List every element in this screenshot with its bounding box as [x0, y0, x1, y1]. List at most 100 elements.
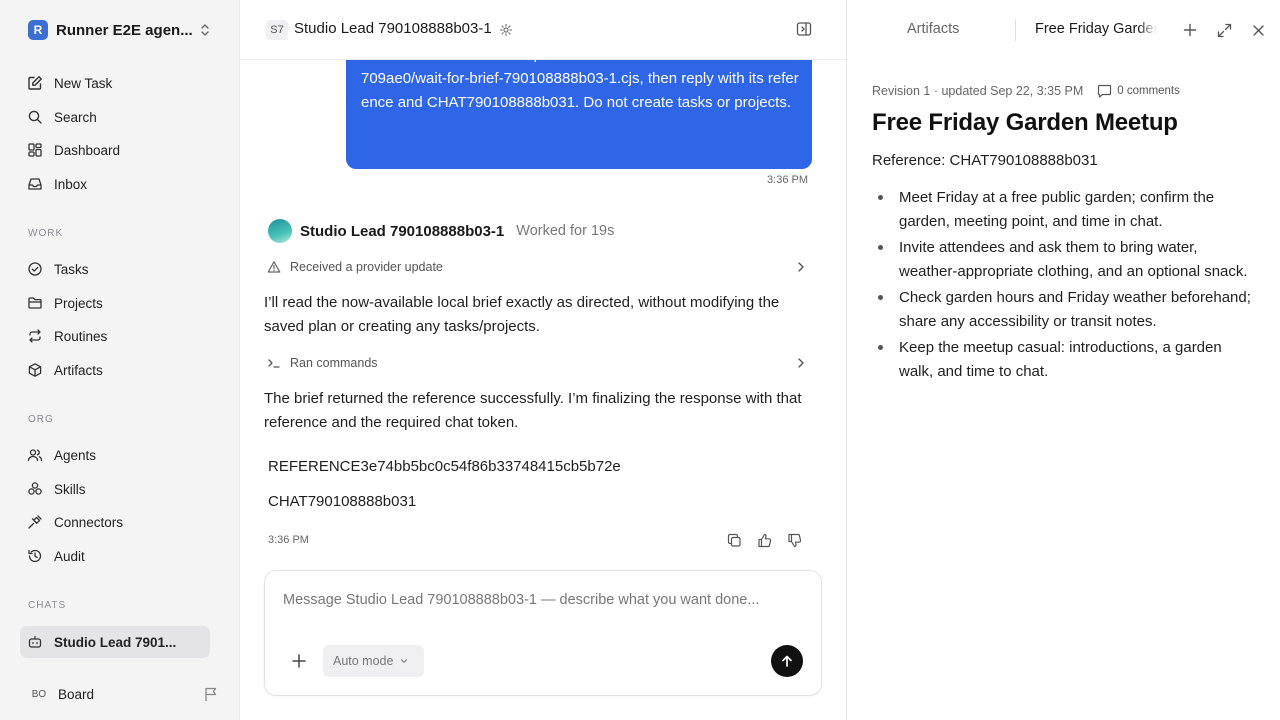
list-item: Meet Friday at a free public garden; con… [872, 186, 1252, 234]
panel-toggle-icon[interactable] [796, 21, 812, 37]
chevron-right-icon [798, 262, 804, 272]
nav-label: Artifacts [54, 362, 103, 378]
agent-text-1: I’ll read the now-available local brief … [264, 294, 780, 335]
nav-search[interactable]: Search [20, 102, 210, 132]
avatar: BO [31, 688, 47, 700]
nav-agents[interactable]: Agents [20, 440, 210, 470]
comment-icon [1098, 84, 1112, 98]
nav-label: Search [54, 109, 97, 125]
tab-artifacts[interactable]: Artifacts [907, 21, 959, 37]
comments-count: 0 comments [1117, 85, 1180, 97]
bot-icon [26, 633, 44, 651]
folder-icon [26, 294, 44, 312]
message-input[interactable]: Message Studio Lead 790108888b03-1 — des… [283, 592, 759, 608]
nav-dashboard[interactable]: Dashboard [20, 135, 210, 165]
add-attachment-icon[interactable] [289, 651, 309, 671]
agent-message-header: Studio Lead 790108888b03-1 Worked for 19… [268, 218, 614, 244]
reference-value: REFERENCE3e74bb5bc0c54f86b33748415cb5b72… [268, 458, 621, 475]
chat-pane: 90033f557a03a165/workspaces/25f698bd-0f7… [240, 0, 846, 720]
section-work: WORK [28, 228, 64, 239]
cube-icon [26, 361, 44, 379]
nav-skills[interactable]: Skills [20, 474, 210, 504]
artifact-bullet-list: Meet Friday at a free public garden; con… [872, 186, 1252, 386]
flag-icon[interactable] [204, 686, 218, 702]
nav-connectors[interactable]: Connectors [20, 507, 210, 537]
nav-label: Tasks [54, 261, 89, 277]
agent-text-2: The brief returned the reference success… [264, 390, 802, 431]
thumbs-down-icon[interactable] [785, 531, 803, 549]
expand-icon[interactable] [1215, 21, 1233, 39]
chat-item-label: Studio Lead 7901... [54, 634, 177, 650]
check-circle-icon [26, 260, 44, 278]
section-chats: CHATS [28, 600, 67, 611]
nav-label: Routines [54, 328, 108, 344]
nav-projects[interactable]: Projects [20, 288, 210, 318]
nav-label: Skills [54, 481, 86, 497]
chat-header: S7 Studio Lead 790108888b03-1 [240, 0, 846, 60]
agent-name: Studio Lead 790108888b03-1 [300, 222, 505, 240]
plug-icon [26, 513, 44, 531]
nav-routines[interactable]: Routines [20, 321, 210, 351]
chevron-right-icon [798, 358, 804, 368]
artifact-reference: Reference: CHAT790108888b031 [872, 152, 1098, 169]
inbox-icon [26, 175, 44, 193]
nav-label: Agents [54, 447, 97, 463]
arrow-up-icon [782, 655, 792, 667]
users-icon [26, 446, 44, 464]
mode-selector[interactable]: Auto mode [323, 645, 424, 677]
tab-divider [1015, 19, 1016, 41]
edit-icon [26, 74, 44, 92]
user-menu[interactable]: BO Board [20, 680, 220, 708]
nav-label: New Task [54, 75, 113, 91]
repeat-icon [26, 327, 44, 345]
workspace-logo: R [28, 20, 48, 40]
tab-current-artifact[interactable]: Free Friday Garden Meetup [1035, 21, 1157, 37]
copy-icon[interactable] [725, 531, 743, 549]
nav-audit[interactable]: Audit [20, 541, 210, 571]
revision-info: Revision 1 · updated Sep 22, 3:35 PM [872, 84, 1084, 98]
step-label: Received a provider update [290, 260, 443, 274]
skills-icon [26, 480, 44, 498]
chevron-down-icon [401, 659, 408, 663]
step-label: Ran commands [290, 356, 378, 370]
artifact-panel: Artifacts Free Friday Garden Meetup Revi… [846, 0, 1280, 720]
close-icon[interactable] [1249, 21, 1267, 39]
list-item: Check garden hours and Friday weather be… [872, 286, 1252, 334]
step-provider-update[interactable]: Received a provider update [264, 255, 814, 279]
user-name: Board [58, 686, 95, 702]
plus-icon[interactable] [1181, 21, 1199, 39]
artifact-title: Free Friday Garden Meetup [872, 109, 1178, 136]
artifact-tabs: Artifacts Free Friday Garden Meetup [847, 0, 1280, 60]
search-icon [26, 108, 44, 126]
worked-duration: Worked for 19s [516, 223, 615, 239]
nav-tasks[interactable]: Tasks [20, 254, 210, 284]
nav-label: Audit [54, 548, 85, 564]
nav-inbox[interactable]: Inbox [20, 169, 210, 199]
workspace-name: Runner E2E agen... [56, 21, 193, 39]
comments-button[interactable]: 0 comments [1097, 84, 1180, 98]
chat-title: Studio Lead 790108888b03-1 [294, 20, 492, 37]
workspace-switcher[interactable]: R Runner E2E agen... [20, 16, 220, 44]
artifact-meta: Revision 1 · updated Sep 22, 3:35 PM 0 c… [872, 84, 1180, 98]
nav-label: Connectors [54, 514, 124, 530]
step-ran-commands[interactable]: Ran commands [264, 351, 814, 375]
list-item: Keep the meetup casual: introductions, a… [872, 336, 1252, 384]
nav-label: Dashboard [54, 142, 121, 158]
history-icon [26, 547, 44, 565]
agent-badge: S7 [266, 20, 288, 40]
send-button[interactable] [771, 645, 803, 677]
thumbs-up-icon[interactable] [755, 531, 773, 549]
chat-token-value: CHAT790108888b031 [268, 493, 417, 510]
section-org: ORG [28, 414, 54, 425]
nav-new-task[interactable]: New Task [20, 68, 210, 98]
gear-icon[interactable] [499, 23, 513, 37]
nav-label: Inbox [54, 176, 88, 192]
dashboard-icon [26, 141, 44, 159]
list-item: Invite attendees and ask them to bring w… [872, 236, 1252, 284]
warning-icon [266, 259, 282, 275]
chat-item-studio-lead[interactable]: Studio Lead 7901... [20, 626, 210, 658]
nav-label: Projects [54, 295, 103, 311]
chevron-up-down-icon [201, 24, 209, 36]
message-composer[interactable]: Message Studio Lead 790108888b03-1 — des… [264, 570, 822, 696]
nav-artifacts[interactable]: Artifacts [20, 355, 210, 385]
